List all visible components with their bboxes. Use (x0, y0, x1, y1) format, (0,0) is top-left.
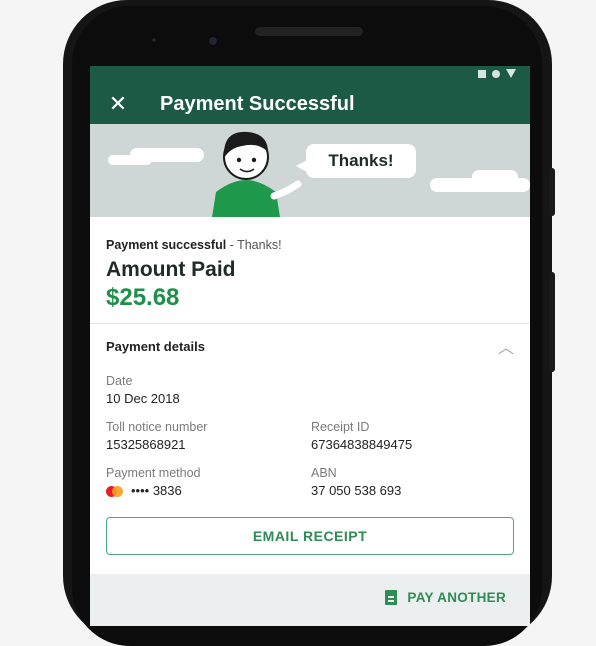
toll-notice-field: Toll notice number 15325868921 (106, 420, 311, 452)
amount-value: $25.68 (106, 284, 180, 311)
chevron-up-icon[interactable]: ︿ (498, 334, 514, 358)
power-button (549, 168, 555, 216)
date-value: 10 Dec 2018 (106, 391, 180, 406)
payment-method-value: •••• 3836 (131, 483, 182, 498)
footer-bar: PAY ANOTHER (90, 574, 530, 626)
volume-button (549, 272, 555, 372)
status-rest: - Thanks! (226, 238, 282, 252)
receipt-id-label: Receipt ID (311, 420, 370, 434)
document-icon (385, 590, 398, 605)
toll-notice-label: Toll notice number (106, 420, 208, 434)
payment-method-field: Payment method •••• 3836 (106, 466, 311, 498)
receipt-id-value: 67364838849475 (311, 437, 413, 452)
toll-notice-value: 15325868921 (106, 437, 186, 452)
wifi-icon (506, 69, 516, 78)
close-icon[interactable]: ✕ (96, 91, 140, 117)
amount-label: Amount Paid (106, 258, 236, 281)
payment-method-row: •••• 3836 (106, 483, 311, 498)
date-label: Date (106, 374, 133, 388)
email-receipt-button[interactable]: EMAIL RECEIPT (106, 517, 514, 555)
payment-status-line: Payment successful - Thanks! (106, 238, 514, 252)
abn-value: 37 050 538 693 (311, 483, 402, 498)
cloud-illustration (108, 155, 152, 165)
status-bold: Payment successful (106, 238, 227, 252)
payment-method-label: Payment method (106, 466, 201, 480)
details-title: Payment details (106, 338, 205, 354)
date-field: Date 10 Dec 2018 (90, 374, 530, 406)
circle-icon (492, 69, 500, 78)
status-bar (90, 66, 530, 84)
abn-label: ABN (311, 466, 337, 480)
page-title: Payment Successful (160, 92, 355, 115)
app-screen: ✕ Payment Successful Thanks! Payment suc… (90, 66, 530, 626)
details-grid: Toll notice number 15325868921 Receipt I… (90, 420, 530, 498)
app-bar: ✕ Payment Successful (90, 84, 530, 124)
thanks-banner: Thanks! (90, 124, 530, 217)
earpiece-speaker (255, 27, 363, 36)
receipt-id-field: Receipt ID 67364838849475 (311, 420, 514, 452)
pay-another-button[interactable]: PAY ANOTHER (385, 590, 506, 605)
divider (90, 323, 530, 324)
speech-bubble: Thanks! (296, 144, 416, 178)
mastercard-icon (106, 486, 123, 498)
pay-another-label: PAY ANOTHER (407, 590, 506, 605)
front-sensor (207, 35, 219, 47)
signal-icon (478, 69, 486, 78)
front-camera (150, 36, 158, 44)
cloud-illustration (472, 170, 518, 184)
payment-details-header[interactable]: Payment details ︿ (90, 326, 530, 366)
abn-field: ABN 37 050 538 693 (311, 466, 514, 498)
